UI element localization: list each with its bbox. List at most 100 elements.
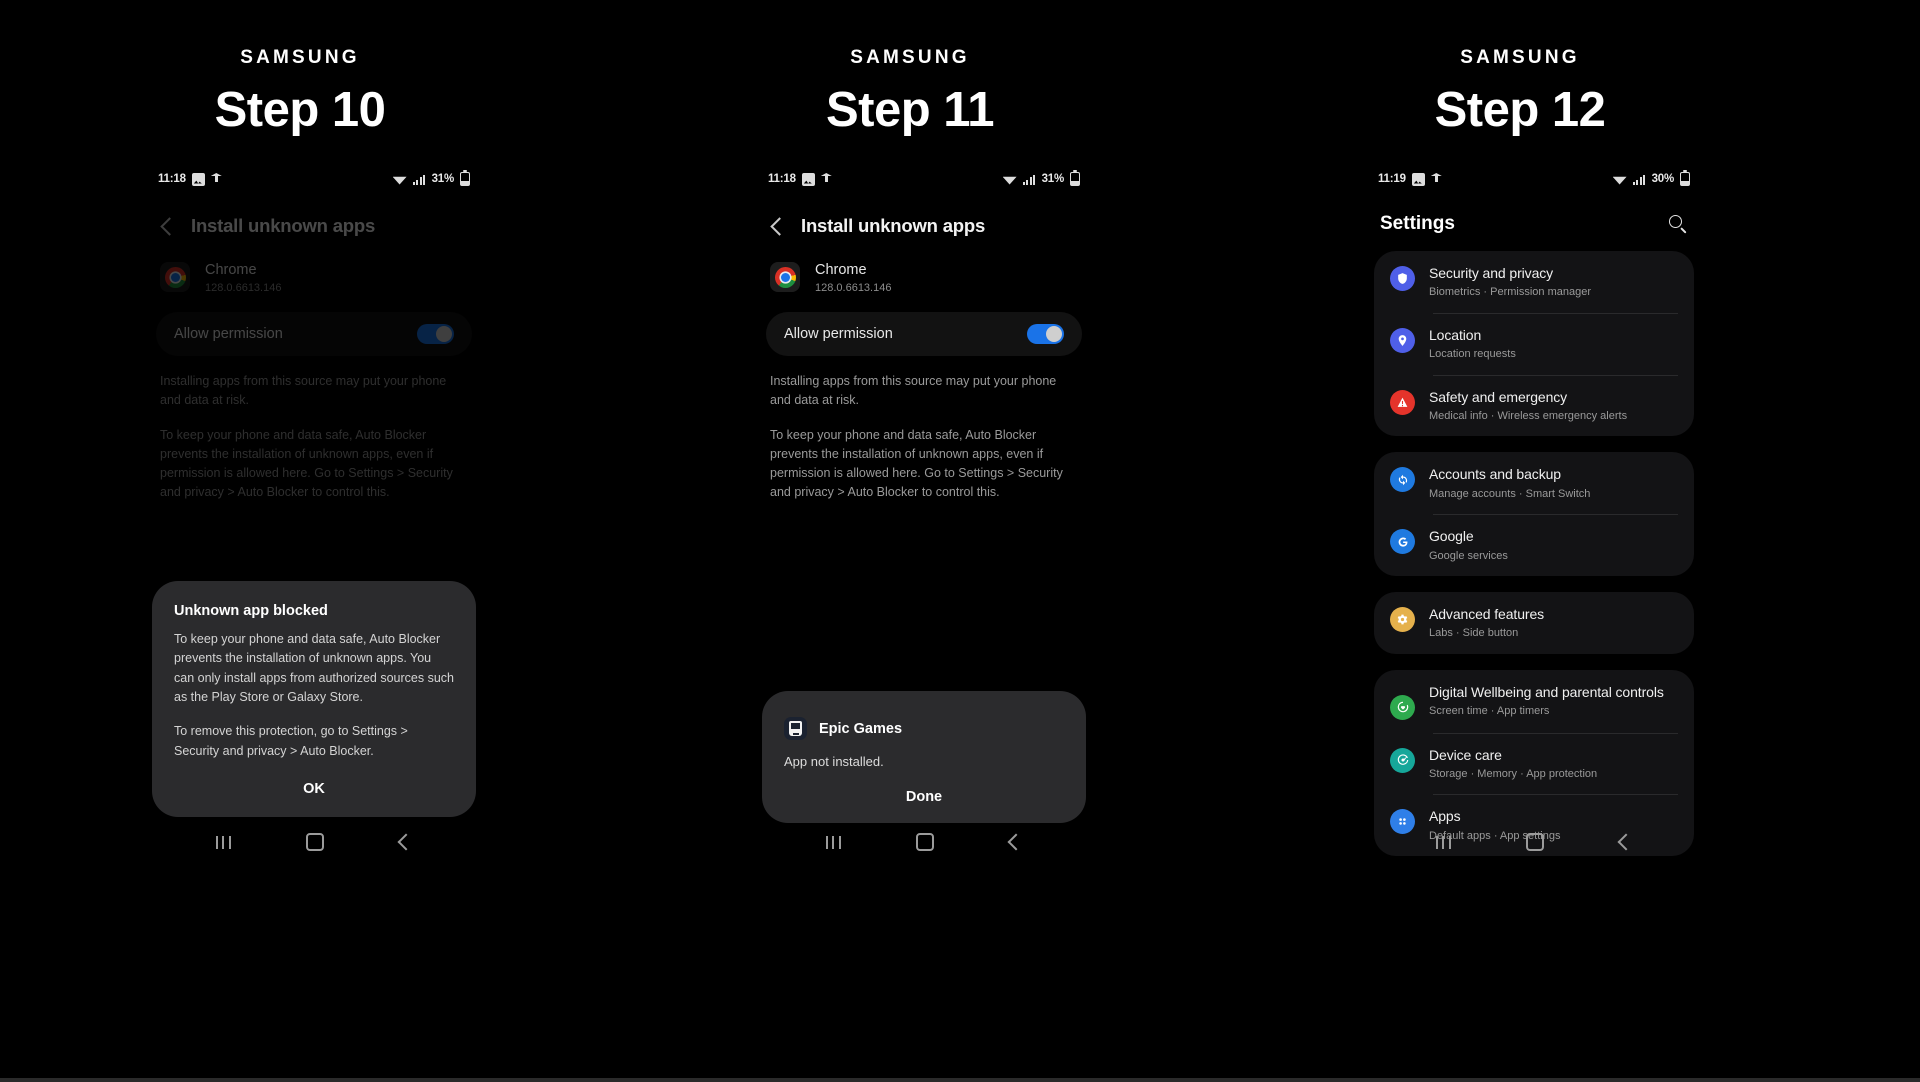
sidebar-item-location[interactable]: Location Location requests xyxy=(1378,312,1690,375)
battery-icon xyxy=(460,170,470,186)
upload-icon xyxy=(1431,173,1442,185)
chrome-icon xyxy=(160,262,190,293)
navigation-bar xyxy=(750,819,1098,865)
battery-percentage: 30% xyxy=(1651,173,1675,185)
unknown-app-blocked-dialog: Unknown app blocked To keep your phone a… xyxy=(152,580,476,817)
recent-apps-icon[interactable] xyxy=(215,835,231,849)
upload-icon xyxy=(211,173,222,185)
bottom-edge-strip xyxy=(0,1078,1920,1082)
shield-icon xyxy=(1390,266,1415,291)
app-entry[interactable]: Chrome 128.0.6613.146 xyxy=(750,237,1098,294)
screen-content: Install unknown apps Chrome 128.0.6613.1… xyxy=(750,193,1098,865)
signal-icon xyxy=(1632,174,1646,185)
sidebar-item-digital-wellbeing[interactable]: Digital Wellbeing and parental controls … xyxy=(1378,670,1690,733)
chrome-icon xyxy=(770,262,800,293)
status-time: 11:18 xyxy=(158,173,186,185)
sidebar-item-security-and-privacy[interactable]: Security and privacy Biometrics · Permis… xyxy=(1378,251,1690,313)
status-time: 11:19 xyxy=(1378,173,1406,185)
status-bar: 11:19 30% xyxy=(1360,165,1708,193)
phone-screen-2: 11:18 31% Install unknown apps Chrome 12… xyxy=(750,165,1098,865)
scrim-layer: Install unknown apps Chrome 128.0.6613.1… xyxy=(750,193,1098,502)
allow-permission-toggle[interactable] xyxy=(1027,323,1064,344)
panel-step-10: SAMSUNG Step 10 11:18 31% Install unknow… xyxy=(20,0,580,1078)
location-pin-icon xyxy=(1390,327,1415,353)
app-name: Chrome xyxy=(205,262,257,278)
allow-permission-row[interactable]: Allow permission xyxy=(156,311,472,356)
back-icon[interactable] xyxy=(1617,833,1635,851)
back-icon[interactable] xyxy=(1007,833,1025,851)
app-bar: Install unknown apps xyxy=(140,193,488,237)
dialog-app-name: Epic Games xyxy=(819,720,903,737)
settings-item-subtitle: Google services xyxy=(1429,549,1508,562)
app-name: Chrome xyxy=(815,262,867,278)
panel-step-11: SAMSUNG Step 11 11:18 31% Install unknow… xyxy=(630,0,1190,1078)
step-title: Step 12 xyxy=(1434,83,1606,137)
panel-step-12: SAMSUNG Step 12 11:19 30% Settings Secur… xyxy=(1240,0,1800,1078)
battery-icon xyxy=(1070,170,1080,186)
allow-permission-label: Allow permission xyxy=(784,325,893,342)
settings-item-subtitle: Biometrics · Permission manager xyxy=(1429,286,1591,299)
sidebar-item-device-care[interactable]: Device care Storage · Memory · App prote… xyxy=(1378,732,1690,795)
settings-item-subtitle: Screen time · App timers xyxy=(1429,705,1550,718)
wifi-icon xyxy=(1613,174,1627,185)
back-arrow-icon[interactable] xyxy=(770,216,789,236)
ok-button[interactable]: OK xyxy=(174,761,454,799)
page-title: Install unknown apps xyxy=(801,215,986,236)
sidebar-item-google[interactable]: Google Google services xyxy=(1378,514,1690,576)
recent-apps-icon[interactable] xyxy=(825,835,841,849)
device-care-icon xyxy=(1390,747,1415,773)
status-bar: 11:18 31% xyxy=(140,165,488,193)
settings-card: Advanced features Labs · Side button xyxy=(1374,591,1694,654)
google-g-icon xyxy=(1390,529,1415,555)
screenshot-stage: SAMSUNG Step 10 11:18 31% Install unknow… xyxy=(0,0,1920,1082)
app-version: 128.0.6613.146 xyxy=(205,281,282,294)
sidebar-item-safety-and-emergency[interactable]: Safety and emergency Medical info · Wire… xyxy=(1378,374,1690,437)
home-icon[interactable] xyxy=(916,833,935,851)
app-entry[interactable]: Chrome 128.0.6613.146 xyxy=(140,237,488,294)
allow-permission-toggle[interactable] xyxy=(417,323,454,344)
back-icon[interactable] xyxy=(397,833,415,851)
home-icon[interactable] xyxy=(1526,833,1545,851)
epic-games-icon xyxy=(784,717,807,740)
allow-permission-row[interactable]: Allow permission xyxy=(766,311,1082,356)
dialog-body-1: To keep your phone and data safe, Auto B… xyxy=(174,631,455,704)
settings-item-label: Security and privacy xyxy=(1429,265,1554,281)
settings-item-subtitle: Storage · Memory · App protection xyxy=(1429,768,1598,781)
settings-item-label: Device care xyxy=(1429,746,1502,763)
wellbeing-heart-icon xyxy=(1390,694,1415,720)
step-title: Step 10 xyxy=(214,83,386,137)
emergency-icon xyxy=(1390,389,1415,415)
done-button[interactable]: Done xyxy=(784,769,1064,807)
sidebar-item-advanced-features[interactable]: Advanced features Labs · Side button xyxy=(1378,592,1690,654)
home-icon[interactable] xyxy=(306,833,325,851)
settings-app-bar: Settings xyxy=(1360,193,1708,235)
auto-blocker-text: To keep your phone and data safe, Auto B… xyxy=(770,427,1063,499)
sidebar-item-accounts-and-backup[interactable]: Accounts and backup Manage accounts · Sm… xyxy=(1378,452,1690,514)
photo-icon xyxy=(1411,172,1425,186)
sync-icon xyxy=(1390,467,1415,493)
navigation-bar xyxy=(140,819,488,865)
settings-item-label: Advanced features xyxy=(1429,605,1545,622)
screen-content: Settings Security and privacy Biometrics… xyxy=(1360,193,1708,865)
back-arrow-icon[interactable] xyxy=(160,216,179,236)
settings-item-label: Accounts and backup xyxy=(1429,466,1561,483)
app-not-installed-dialog: Epic Games App not installed. Done xyxy=(762,691,1086,823)
photo-icon xyxy=(191,172,205,186)
recent-apps-icon[interactable] xyxy=(1435,835,1451,849)
app-bar: Install unknown apps xyxy=(750,193,1098,237)
samsung-brand-label: SAMSUNG xyxy=(850,47,970,68)
signal-icon xyxy=(412,174,426,185)
settings-item-label: Google xyxy=(1429,528,1474,545)
search-icon[interactable] xyxy=(1669,214,1688,234)
settings-item-subtitle: Location requests xyxy=(1429,348,1516,361)
status-time: 11:18 xyxy=(768,173,796,185)
risk-warning-text: Installing apps from this source may put… xyxy=(160,373,447,407)
settings-item-subtitle: Labs · Side button xyxy=(1429,627,1519,640)
settings-item-label: Location xyxy=(1429,326,1482,343)
photo-icon xyxy=(801,172,815,186)
battery-icon xyxy=(1680,170,1690,186)
scrim-layer: Install unknown apps Chrome 128.0.6613.1… xyxy=(140,193,488,502)
signal-icon xyxy=(1022,174,1036,185)
settings-item-label: Safety and emergency xyxy=(1429,388,1568,405)
wifi-icon xyxy=(1003,174,1017,185)
